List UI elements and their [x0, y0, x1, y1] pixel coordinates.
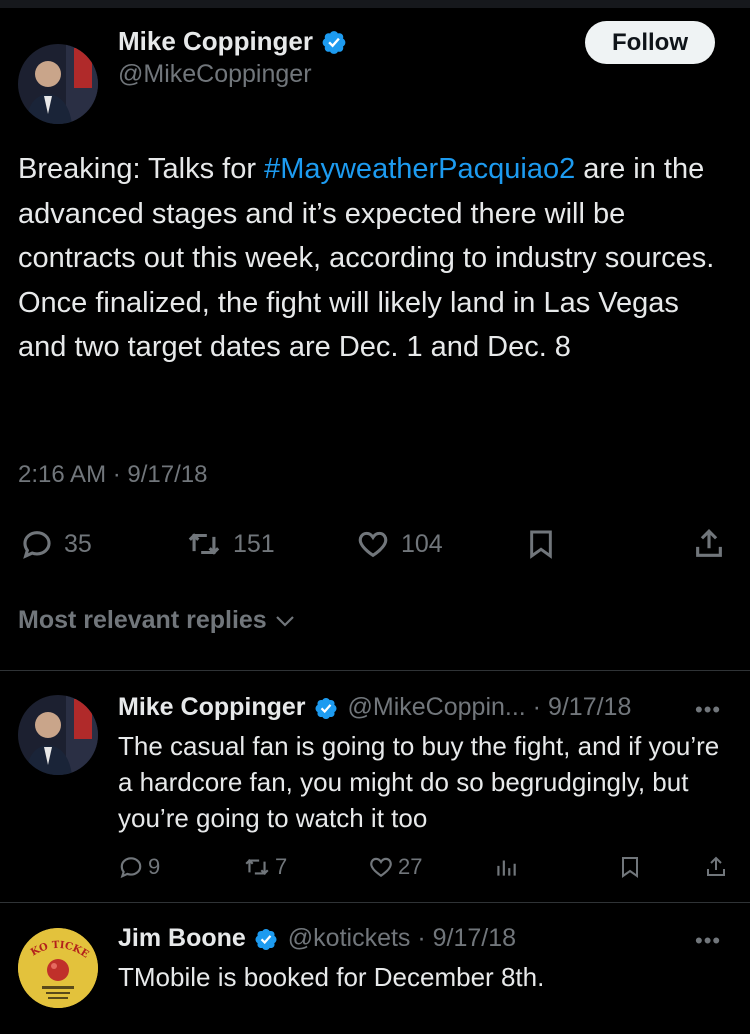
replies-sort-label: Most relevant replies: [18, 606, 267, 634]
reply-count: 9: [148, 854, 161, 879]
reply-author-name[interactable]: Mike Coppinger: [118, 693, 306, 722]
reply-text: The casual fan is going to buy the fight…: [118, 731, 720, 833]
reply-button[interactable]: 35: [20, 520, 92, 568]
reply-icon: [120, 857, 142, 879]
chevron-down-icon: [275, 615, 294, 627]
reply-count: 35: [64, 529, 92, 558]
reply-header[interactable]: Mike Coppinger @MikeCoppin... · 9/17/18: [118, 693, 631, 722]
share-icon: [696, 529, 722, 557]
share-icon: [707, 856, 725, 876]
retweet-icon: [188, 533, 220, 555]
follow-button[interactable]: Follow: [585, 21, 715, 64]
tweet-timestamp[interactable]: 2:16 AM · 9/17/18: [18, 461, 207, 489]
share-button[interactable]: [692, 520, 726, 568]
like-button[interactable]: 104: [355, 520, 443, 568]
bookmark-icon: [622, 857, 638, 878]
retweet-icon: [245, 859, 269, 875]
hashtag-link[interactable]: #MayweatherPacquiao2: [264, 153, 575, 185]
bookmark-button[interactable]: [525, 520, 557, 568]
reply-icon: [23, 531, 51, 559]
avatar[interactable]: [18, 44, 98, 124]
heart-icon: [358, 531, 388, 558]
divider: [0, 670, 750, 671]
analytics-icon: [497, 860, 516, 876]
share-button[interactable]: [704, 850, 728, 884]
reply-author-name[interactable]: Jim Boone: [118, 924, 246, 953]
top-bar: [0, 0, 750, 8]
reply-avatar[interactable]: [18, 695, 98, 775]
retweet-count: 151: [233, 529, 275, 558]
bookmark-button[interactable]: [618, 850, 642, 884]
verified-badge-icon: [255, 928, 277, 950]
like-count: 104: [401, 529, 443, 558]
retweet-count: 7: [275, 854, 288, 879]
reply-meta: @kotickets · 9/17/18: [287, 924, 517, 952]
reply-avatar[interactable]: KO TICKETS: [18, 928, 98, 1008]
tweet-actions: 35 151 104: [0, 520, 750, 570]
reply-button[interactable]: 9: [118, 850, 160, 884]
bookmark-icon: [530, 530, 552, 559]
tweet-text: Breaking: Talks for #MayweatherPacquiao2…: [18, 147, 733, 370]
tweet-text-before: Breaking: Talks for: [18, 153, 265, 185]
like-count: 27: [398, 854, 423, 879]
verified-badge-icon: [315, 697, 337, 719]
author-name-row[interactable]: Mike Coppinger: [118, 26, 347, 57]
reply-header[interactable]: Jim Boone @kotickets · 9/17/18: [118, 924, 516, 953]
author-name[interactable]: Mike Coppinger: [118, 26, 313, 57]
analytics-button[interactable]: [493, 850, 519, 884]
reply-text: TMobile is booked for December 8th.: [118, 962, 545, 992]
more-options-icon[interactable]: •••: [695, 697, 721, 723]
like-button[interactable]: 27: [368, 850, 422, 884]
replies-sort-dropdown[interactable]: Most relevant replies: [18, 606, 297, 635]
retweet-button[interactable]: 7: [243, 850, 287, 884]
divider: [0, 902, 750, 903]
heart-icon: [370, 857, 392, 877]
verified-badge-icon: [322, 30, 346, 54]
reply-meta: @MikeCoppin... · 9/17/18: [347, 693, 632, 721]
reply-actions: 9 7 27: [0, 850, 750, 884]
retweet-button[interactable]: 151: [185, 520, 275, 568]
more-options-icon[interactable]: •••: [695, 928, 721, 954]
author-handle[interactable]: @MikeCoppinger: [118, 60, 312, 89]
